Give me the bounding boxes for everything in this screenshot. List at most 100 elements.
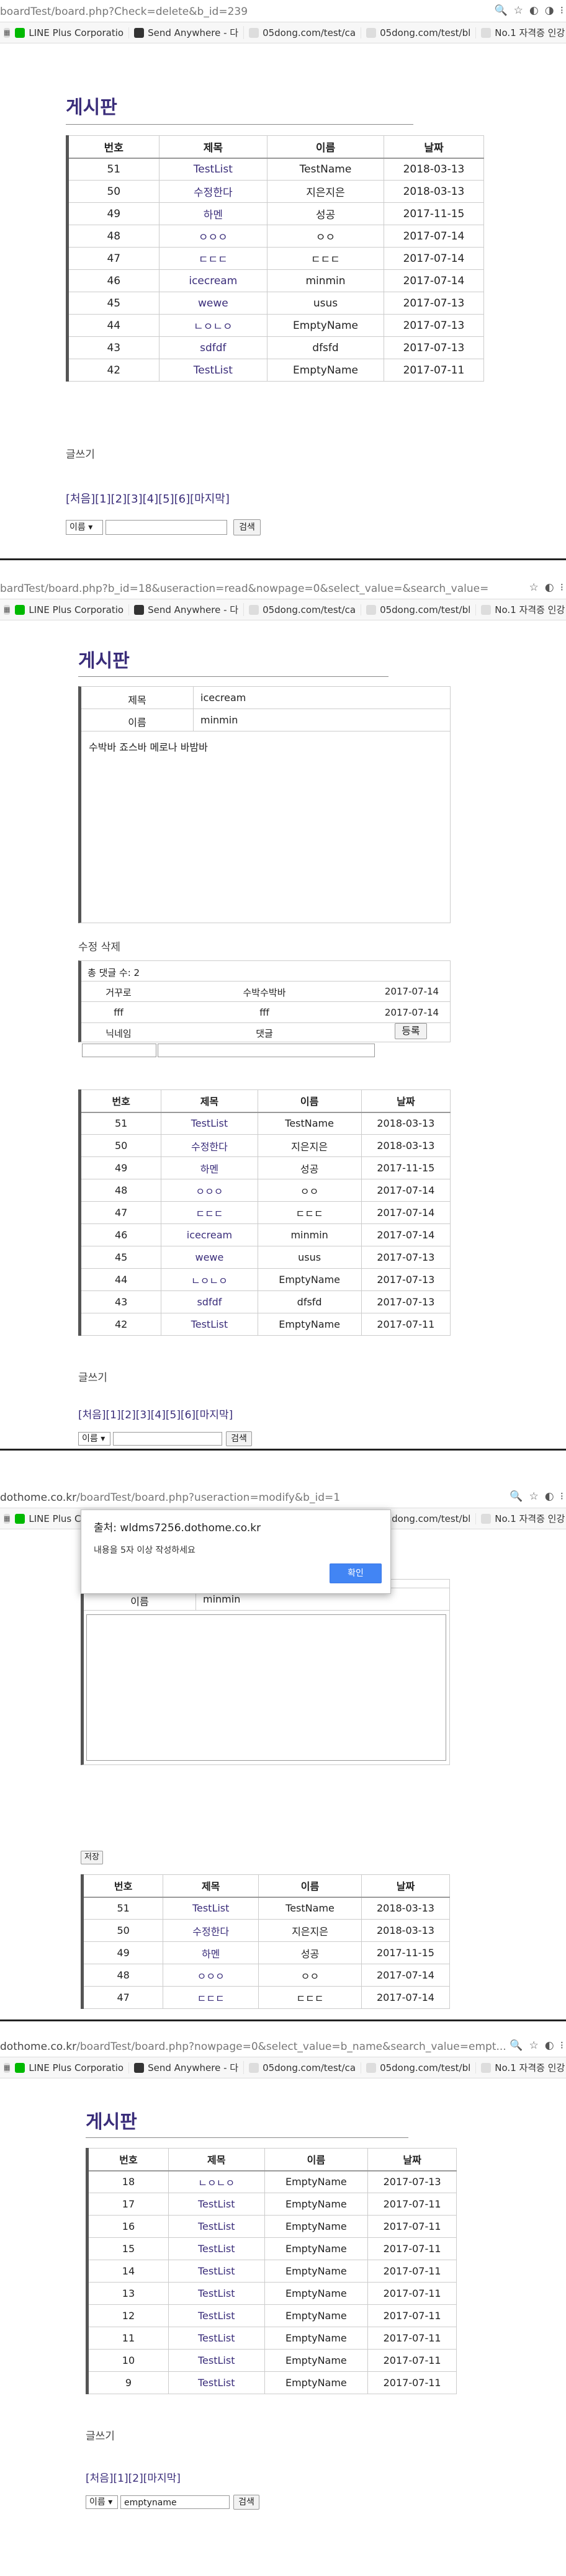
comment-input[interactable] (158, 1044, 375, 1057)
bookmark-item[interactable]: Send Anywhere - 다 (129, 2061, 245, 2074)
bookmark-item[interactable]: LINE Plus Corporatio (10, 27, 130, 38)
post-title-link[interactable]: 수정한다 (158, 180, 268, 203)
bookmark-item[interactable]: 05dong.com/test/ca (244, 604, 362, 615)
post-title-link[interactable]: ㄴㅇㄴㅇ (168, 2170, 265, 2193)
write-link[interactable]: 글쓰기 (66, 445, 95, 461)
extension-icon[interactable]: ◑ (545, 4, 554, 17)
menu-icon[interactable]: ⁝ (560, 2039, 564, 2052)
post-title-link[interactable]: ㄷㄷㄷ (158, 247, 268, 270)
column-header: 날짜 (361, 1089, 451, 1113)
menu-icon[interactable]: ⁝ (560, 4, 564, 17)
post-title-link[interactable]: 수정한다 (161, 1134, 258, 1157)
bookmark-item[interactable]: LINE Plus Corporatio (10, 2062, 130, 2073)
search-input[interactable] (106, 520, 227, 535)
star-icon[interactable]: ☆ (529, 1490, 539, 1503)
row-number: 50 (66, 180, 159, 203)
bookmark-item[interactable]: 05dong.com/test/bl (361, 27, 477, 38)
dialog-ok-button[interactable]: 확인 (330, 1563, 382, 1583)
search-input[interactable] (113, 1432, 222, 1446)
address-bar[interactable]: boardTest/board.php?Check=delete&b_id=23… (0, 0, 566, 22)
post-title-link[interactable]: TestList (168, 2237, 265, 2260)
post-title-link[interactable]: ㅇㅇㅇ (163, 1964, 259, 1987)
post-title-link[interactable]: 하멘 (163, 1941, 259, 1964)
bookmark-item[interactable]: 05dong.com/test/ca (244, 2062, 362, 2073)
extension-icon[interactable]: ◐ (529, 4, 539, 17)
post-title-link[interactable]: ㄴㅇㄴㅇ (161, 1268, 258, 1291)
post-title-link[interactable]: 하멘 (158, 202, 268, 225)
bookmark-item[interactable]: 05dong.com/test/bl (361, 604, 477, 615)
apps-icon[interactable]: ▦ (4, 1513, 11, 1524)
search-icon[interactable]: 🔍 (510, 1490, 523, 1503)
nickname-input[interactable] (82, 1044, 156, 1057)
post-title-link[interactable]: ㅇㅇㅇ (161, 1179, 258, 1202)
post-title-link[interactable]: TestList (161, 1313, 258, 1336)
pagination[interactable]: [처음][1][2][3][4][5][6][마지막] (66, 490, 230, 506)
search-field-select[interactable]: 이름 ▾ (66, 520, 103, 535)
pagination[interactable]: [처음][1][2][3][4][5][6][마지막] (78, 1406, 233, 1421)
post-title-link[interactable]: TestList (168, 2282, 265, 2305)
bookmark-item[interactable]: Send Anywhere - 다 (129, 603, 245, 616)
search-button[interactable]: 검색 (233, 519, 261, 535)
post-title-link[interactable]: TestList (168, 2215, 265, 2238)
save-button[interactable]: 저장 (81, 1851, 103, 1864)
post-title-link[interactable]: sdfdf (161, 1290, 258, 1313)
search-button[interactable]: 검색 (233, 2495, 259, 2510)
post-title-link[interactable]: TestList (168, 2260, 265, 2283)
bookmark-item[interactable]: 05dong.com/test/ca (244, 27, 362, 38)
post-title-link[interactable]: TestList (168, 2349, 265, 2372)
bookmark-item[interactable]: LINE Plus Corporatio (10, 604, 130, 615)
address-bar[interactable]: dothome.co.kr/boardTest/board.php?nowpag… (0, 2035, 566, 2057)
post-title-link[interactable]: TestList (168, 2304, 265, 2327)
apps-icon[interactable]: ▦ (4, 604, 11, 615)
extension-icon[interactable]: ◐ (545, 2039, 554, 2052)
bookmark-item[interactable]: Send Anywhere - 다 (129, 26, 245, 39)
post-title-link[interactable]: TestList (168, 2193, 265, 2216)
pagination[interactable]: [처음][1][2][마지막] (86, 2469, 181, 2485)
extension-icon[interactable]: ◐ (545, 581, 554, 594)
search-icon[interactable]: 🔍 (510, 2039, 523, 2052)
search-input[interactable]: emptyname (120, 2495, 230, 2509)
edit-delete-links[interactable]: 수정 삭제 (78, 938, 120, 954)
star-icon[interactable]: ☆ (514, 4, 523, 17)
menu-icon[interactable]: ⁝ (560, 1490, 564, 1503)
post-title-link[interactable]: TestList (161, 1112, 258, 1135)
column-header: 제목 (168, 2148, 265, 2171)
menu-icon[interactable]: ⁝ (560, 581, 564, 594)
post-title-link[interactable]: 수정한다 (163, 1919, 259, 1942)
write-link[interactable]: 글쓰기 (78, 1369, 107, 1384)
post-title-link[interactable]: TestList (158, 158, 268, 181)
post-title-link[interactable]: TestList (158, 359, 268, 382)
post-title-link[interactable]: ㄴㅇㄴㅇ (158, 314, 268, 337)
post-title-link[interactable]: TestList (168, 2327, 265, 2350)
post-title-link[interactable]: TestList (163, 1897, 259, 1920)
content-textarea[interactable] (86, 1614, 446, 1761)
post-title-link[interactable]: icecream (161, 1223, 258, 1246)
bookmark-item[interactable]: No.1 자격증 인강! (476, 603, 566, 616)
bookmark-item[interactable]: No.1 자격증 인강! (476, 26, 566, 39)
extension-icon[interactable]: ◐ (545, 1490, 554, 1503)
search-field-select[interactable]: 이름 ▾ (86, 2495, 118, 2509)
post-title-link[interactable]: wewe (161, 1246, 258, 1269)
post-title-link[interactable]: 하멘 (161, 1156, 258, 1179)
search-button[interactable]: 검색 (226, 1431, 252, 1446)
search-field-select[interactable]: 이름 ▾ (78, 1432, 110, 1446)
comment-submit-button[interactable]: 등록 (395, 1023, 427, 1039)
search-icon[interactable]: 🔍 (494, 4, 507, 17)
post-title-link[interactable]: ㄷㄷㄷ (161, 1201, 258, 1224)
apps-icon[interactable]: ▦ (4, 27, 11, 38)
post-title-link[interactable]: TestList (168, 2371, 265, 2394)
address-bar[interactable]: dothome.co.kr/boardTest/board.php?userac… (0, 1486, 566, 1508)
apps-icon[interactable]: ▦ (4, 2062, 11, 2073)
post-title-link[interactable]: ㄷㄷㄷ (163, 1986, 259, 2009)
bookmark-item[interactable]: No.1 자격증 인강! (476, 1512, 566, 1525)
bookmark-item[interactable]: No.1 자격증 인강! (476, 2061, 566, 2074)
post-title-link[interactable]: sdfdf (158, 336, 268, 359)
address-bar[interactable]: bardTest/board.php?b_id=18&useraction=re… (0, 577, 566, 599)
star-icon[interactable]: ☆ (529, 2039, 539, 2052)
bookmark-item[interactable]: 05dong.com/test/bl (361, 2062, 477, 2073)
write-link[interactable]: 글쓰기 (86, 2427, 115, 2443)
post-title-link[interactable]: ㅇㅇㅇ (158, 225, 268, 248)
post-title-link[interactable]: icecream (158, 269, 268, 292)
post-title-link[interactable]: wewe (158, 292, 268, 315)
star-icon[interactable]: ☆ (529, 581, 539, 594)
